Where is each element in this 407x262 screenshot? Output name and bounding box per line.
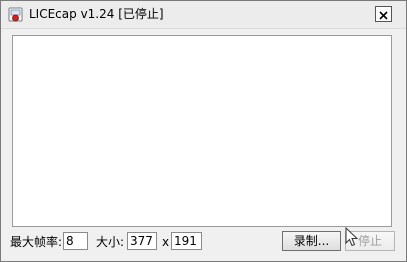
close-icon xyxy=(379,5,388,24)
capture-area[interactable] xyxy=(12,35,392,227)
max-fps-label: 最大帧率: xyxy=(10,235,63,249)
size-separator: x xyxy=(162,235,170,249)
record-button[interactable]: 录制... xyxy=(282,231,341,251)
window-title: LICEcap v1.24 [已停止] xyxy=(29,7,164,21)
licecap-app-icon xyxy=(8,7,23,22)
width-input[interactable]: 377 xyxy=(127,232,157,250)
title-bar[interactable]: LICEcap v1.24 [已停止] xyxy=(1,1,406,29)
licecap-window: LICEcap v1.24 [已停止] 最大帧率: 8 大小: 377 x 19… xyxy=(0,0,407,262)
close-button[interactable] xyxy=(375,6,392,22)
height-input[interactable]: 191 xyxy=(171,232,202,250)
size-label: 大小: xyxy=(96,235,125,249)
max-fps-input[interactable]: 8 xyxy=(63,232,88,250)
mouse-cursor-icon xyxy=(345,226,359,247)
